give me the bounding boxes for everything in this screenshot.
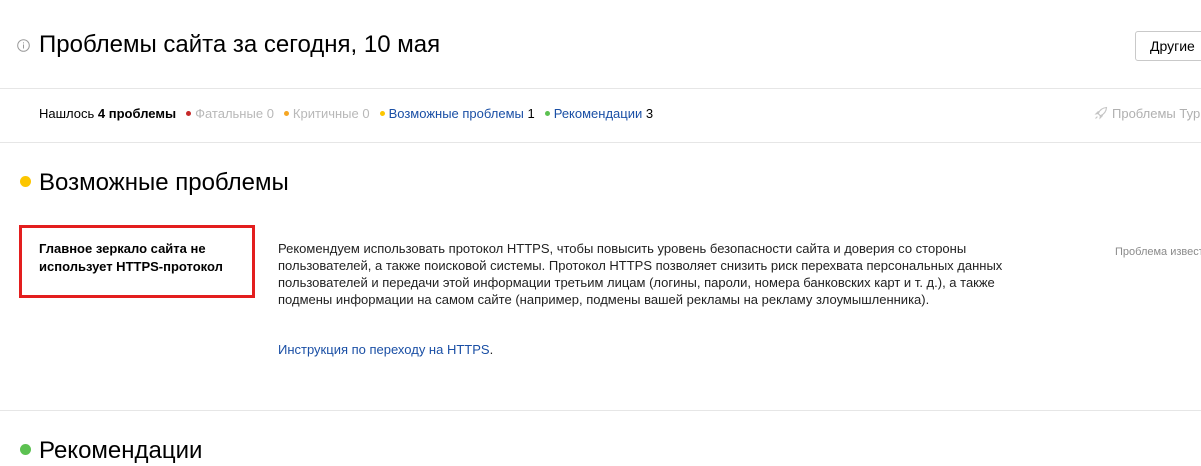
header-divider	[0, 88, 1201, 89]
summary-found: Нашлось 4 проблемы	[39, 106, 176, 121]
page-header: Проблемы сайта за сегодня, 10 мая Другие	[0, 0, 1201, 88]
filter-critical-label: Критичные	[292, 106, 359, 121]
filter-fatal-count: 0	[266, 106, 274, 121]
filter-fatal: Фатальные 0	[186, 106, 274, 121]
filter-possible-link[interactable]: Возможные проблемы	[389, 106, 524, 121]
critical-dot	[283, 111, 289, 116]
recommendations-section-title: Рекомендации	[39, 437, 203, 464]
filter-critical: Критичные 0	[283, 106, 370, 121]
filter-fatal-label: Фатальные	[195, 106, 264, 121]
recommendation-dot	[544, 111, 550, 116]
problems-summary: Нашлось 4 проблемы Фатальные 0 Критичные 0…	[39, 106, 663, 122]
problem-status: Проблема извест	[1115, 246, 1201, 258]
section-divider	[0, 410, 1201, 411]
filter-recommendations-count: 3	[645, 106, 654, 121]
possible-section-dot	[20, 176, 31, 187]
https-instruction-link[interactable]: Инструкция по переходу на HTTPS	[278, 342, 490, 357]
filter-recommendations-link[interactable]: Рекомендации	[554, 106, 643, 121]
filter-possible: Возможные проблемы 1	[379, 106, 535, 121]
other-dates-button[interactable]: Другие	[1135, 31, 1201, 61]
info-icon[interactable]	[17, 39, 30, 52]
page-title: Проблемы сайта за сегодня, 10 мая	[39, 31, 441, 58]
turbo-problems-label: Проблемы Тур	[1112, 106, 1201, 121]
https-instruction-suffix: .	[489, 342, 494, 357]
problem-name[interactable]: Главное зеркало сайта не использует HTTP…	[39, 240, 244, 276]
turbo-problems-link[interactable]: Проблемы Тур	[1094, 106, 1200, 122]
problem-description: Рекомендуем использовать протокол HTTPS,…	[278, 241, 1003, 307]
summary-divider	[0, 142, 1201, 143]
possible-dot	[379, 111, 385, 116]
https-instruction: Инструкция по переходу на HTTPS.	[278, 341, 493, 358]
filter-possible-count: 1	[527, 106, 535, 121]
fatal-dot	[186, 111, 192, 116]
summary-found-count: 4 проблемы	[97, 106, 177, 121]
rocket-icon	[1094, 106, 1108, 120]
possible-section-title: Возможные проблемы	[39, 169, 289, 196]
recommendations-section-dot	[20, 444, 31, 455]
filter-critical-count: 0	[362, 106, 370, 121]
summary-found-prefix: Нашлось	[39, 106, 95, 121]
filter-recommendations: Рекомендации 3	[544, 106, 654, 121]
